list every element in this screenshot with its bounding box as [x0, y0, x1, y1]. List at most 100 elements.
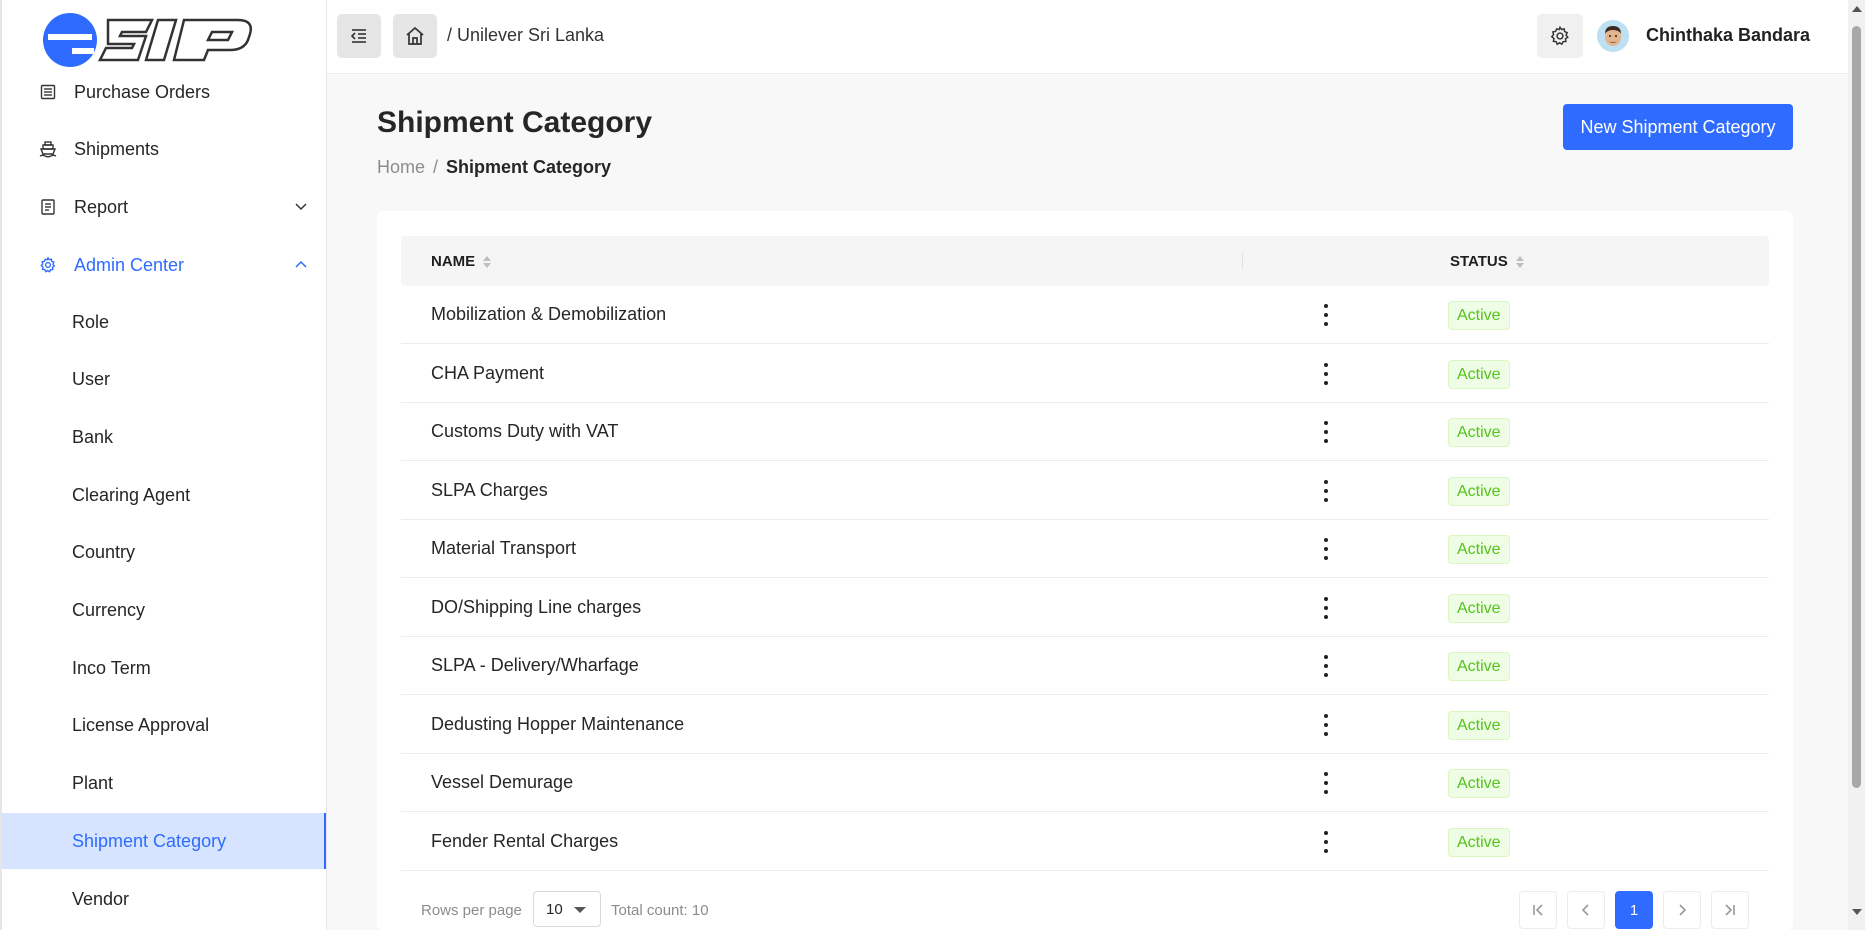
- more-actions-icon[interactable]: [1318, 304, 1334, 326]
- table-row[interactable]: Customs Duty with VAT Active: [401, 403, 1769, 461]
- page-button-current[interactable]: 1: [1615, 891, 1653, 929]
- scroll-thumb[interactable]: [1852, 26, 1861, 788]
- caret-down-icon: [574, 907, 586, 913]
- table-row[interactable]: Vessel Demurage Active: [401, 754, 1769, 812]
- sidebar-subitem-country[interactable]: Country: [2, 525, 326, 581]
- rows-per-page-label: Rows per page: [421, 902, 522, 919]
- table-row[interactable]: DO/Shipping Line charges Active: [401, 579, 1769, 637]
- sidebar-subitem-currency[interactable]: Currency: [2, 583, 326, 639]
- table-row[interactable]: Fender Rental Charges Active: [401, 813, 1769, 871]
- new-shipment-category-button[interactable]: New Shipment Category: [1563, 104, 1793, 150]
- first-page-icon: [1533, 904, 1543, 916]
- table-row[interactable]: SLPA Charges Active: [401, 462, 1769, 520]
- sort-name-icon[interactable]: [483, 255, 492, 268]
- sidebar-item-purchase-orders[interactable]: Purchase Orders: [2, 64, 326, 120]
- collapse-sidebar-button[interactable]: [337, 14, 381, 58]
- user-name[interactable]: Chinthaka Bandara: [1646, 25, 1810, 46]
- column-status-label: STATUS: [1450, 253, 1508, 270]
- sidebar-subitem-role[interactable]: Role: [2, 294, 326, 350]
- chevron-right-icon: [1679, 904, 1687, 916]
- first-page-button[interactable]: [1519, 891, 1557, 929]
- chevron-down-icon: [293, 198, 309, 214]
- sidebar: Purchase Orders Shipments Report Admin Cent…: [0, 0, 327, 930]
- previous-page-button[interactable]: [1567, 891, 1605, 929]
- breadcrumb-separator: /: [433, 157, 439, 177]
- row-name: SLPA - Delivery/Wharfage: [431, 655, 639, 675]
- row-name: Customs Duty with VAT: [431, 421, 619, 441]
- sidebar-subitem-inco-term[interactable]: Inco Term: [2, 640, 326, 696]
- sidebar-subitem-plant[interactable]: Plant: [2, 756, 326, 812]
- page-title: Shipment Category: [377, 106, 653, 139]
- sidebar-subitem-label: Currency: [72, 600, 146, 620]
- home-button[interactable]: [393, 14, 437, 58]
- sort-status-icon[interactable]: [1515, 255, 1524, 268]
- list-icon: [38, 82, 58, 102]
- sidebar-subitem-bank[interactable]: Bank: [2, 409, 326, 465]
- gear-icon: [38, 255, 58, 275]
- column-header-name[interactable]: NAME: [431, 253, 492, 270]
- table-row[interactable]: SLPA - Delivery/Wharfage Active: [401, 637, 1769, 695]
- status-badge: Active: [1448, 652, 1510, 681]
- sidebar-item-label: Shipments: [74, 138, 160, 159]
- total-count: Total count: 10: [611, 902, 709, 919]
- chevron-left-icon: [1581, 904, 1589, 916]
- more-actions-icon[interactable]: [1318, 596, 1334, 619]
- sidebar-subitem-label: Role: [72, 311, 110, 332]
- sidebar-subitem-clearing-agent[interactable]: Clearing Agent: [2, 467, 326, 523]
- row-name: Material Transport: [431, 538, 577, 558]
- user-avatar-icon: [1597, 20, 1629, 52]
- next-page-button[interactable]: [1663, 891, 1701, 929]
- sidebar-subitem-shipment-category[interactable]: Shipment Category: [2, 813, 326, 870]
- report-icon: [38, 197, 58, 217]
- table-row[interactable]: Mobilization & Demobilization Active: [401, 286, 1769, 344]
- row-name: Mobilization & Demobilization: [431, 304, 667, 324]
- shipment-category-table-card: NAME STATUS Mobilization & Demobilizatio…: [377, 211, 1793, 930]
- esip-logo[interactable]: [42, 10, 262, 70]
- scroll-down-arrow-icon[interactable]: [1852, 909, 1862, 915]
- more-actions-icon[interactable]: [1318, 538, 1334, 560]
- company-breadcrumb: / Unilever Sri Lanka: [447, 25, 605, 45]
- sidebar-subitem-vendor[interactable]: Vendor: [2, 871, 326, 927]
- row-name: Vessel Demurage: [431, 772, 574, 792]
- more-actions-icon[interactable]: [1318, 830, 1334, 853]
- sidebar-subitem-user[interactable]: User: [2, 352, 326, 408]
- avatar[interactable]: [1597, 20, 1629, 52]
- rows-per-page-select[interactable]: 10: [533, 891, 601, 927]
- last-page-button[interactable]: [1711, 891, 1749, 929]
- more-actions-icon[interactable]: [1318, 479, 1334, 502]
- sidebar-subitem-label: Plant: [72, 773, 114, 794]
- sidebar-subitem-license-approval[interactable]: License Approval: [2, 698, 326, 754]
- column-header-status[interactable]: STATUS: [1450, 253, 1524, 270]
- table-row[interactable]: Dedusting Hopper Maintenance Active: [401, 696, 1769, 754]
- sidebar-item-admin-center[interactable]: Admin Center: [2, 237, 326, 293]
- breadcrumb: Home / Shipment Category: [377, 157, 611, 178]
- sidebar-subitem-label: Country: [72, 542, 136, 563]
- breadcrumb-home[interactable]: Home: [377, 157, 425, 177]
- page-scrollbar[interactable]: [1848, 0, 1865, 930]
- more-actions-icon[interactable]: [1318, 362, 1334, 385]
- sidebar-subitem-label: Shipment Category: [72, 830, 227, 851]
- scroll-up-arrow-icon[interactable]: [1852, 6, 1862, 12]
- status-badge: Active: [1448, 359, 1510, 389]
- sidebar-item-shipments[interactable]: Shipments: [2, 121, 326, 177]
- row-name: CHA Payment: [431, 362, 545, 383]
- sidebar-item-report[interactable]: Report: [2, 179, 326, 235]
- sidebar-item-label: Report: [74, 196, 129, 217]
- top-header: / Unilever Sri Lanka Chinthaka Bandara: [327, 0, 1865, 74]
- table-header: NAME STATUS: [401, 236, 1769, 286]
- breadcrumb-current: Shipment Category: [446, 157, 612, 177]
- status-badge: Active: [1448, 476, 1510, 506]
- more-actions-icon[interactable]: [1318, 772, 1334, 794]
- indent-icon: [350, 29, 366, 43]
- more-actions-icon[interactable]: [1318, 421, 1334, 443]
- table-row[interactable]: Material Transport Active: [401, 520, 1769, 578]
- status-badge: Active: [1448, 593, 1510, 623]
- row-name: Dedusting Hopper Maintenance: [431, 713, 685, 734]
- more-actions-icon[interactable]: [1318, 713, 1334, 736]
- rows-per-page-value: 10: [546, 900, 563, 918]
- settings-button[interactable]: [1537, 14, 1583, 58]
- column-divider: [1242, 253, 1243, 269]
- more-actions-icon[interactable]: [1318, 655, 1334, 677]
- table-row[interactable]: CHA Payment Active: [401, 345, 1769, 403]
- sidebar-subitem-label: Vendor: [72, 888, 130, 909]
